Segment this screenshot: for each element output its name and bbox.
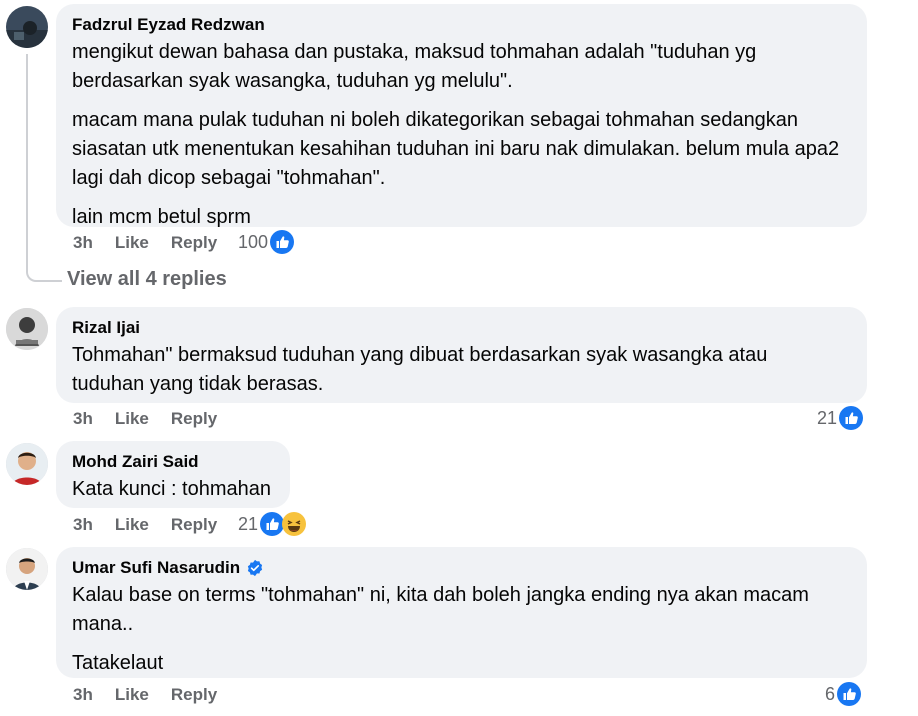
comment-text: Kalau base on terms "tohmahan" ni, kita …: [72, 584, 809, 635]
thumbs-up-icon: [839, 406, 864, 430]
reaction-count[interactable]: 6: [825, 682, 862, 706]
reaction-number: 21: [238, 513, 259, 534]
timestamp[interactable]: 3h: [73, 685, 93, 705]
reply-button[interactable]: Reply: [171, 233, 217, 253]
comment-author[interactable]: Fadzrul Eyzad Redzwan: [72, 14, 851, 36]
reaction-number: 6: [825, 683, 836, 704]
reaction-count[interactable]: 100: [238, 230, 295, 254]
reply-button[interactable]: Reply: [171, 685, 217, 705]
comment-text: Tatakelaut: [72, 652, 164, 674]
avatar[interactable]: [6, 443, 48, 485]
comment-bubble: Mohd Zairi Said Kata kunci : tohmahan: [56, 441, 290, 508]
timestamp[interactable]: 3h: [73, 233, 93, 253]
reaction-number: 100: [238, 231, 269, 252]
comment-bubble: Rizal Ijai Tohmahan" bermaksud tuduhan y…: [56, 307, 867, 403]
comment-bubble: Umar Sufi Nasarudin Kalau base on terms …: [56, 547, 867, 678]
comment-author[interactable]: Rizal Ijai: [72, 317, 851, 339]
thumbs-up-icon: [837, 682, 862, 706]
reaction-count[interactable]: 21: [817, 406, 864, 430]
like-button[interactable]: Like: [115, 515, 149, 535]
comment-author[interactable]: Umar Sufi Nasarudin: [72, 557, 851, 579]
avatar[interactable]: [6, 6, 48, 48]
reaction-count[interactable]: 21: [238, 512, 307, 536]
reply-button[interactable]: Reply: [171, 409, 217, 429]
comment-actions: 3h Like Reply: [73, 515, 239, 535]
laughing-emoji-icon: [282, 512, 307, 536]
comment-text: lain mcm betul sprm: [72, 206, 251, 228]
timestamp[interactable]: 3h: [73, 409, 93, 429]
verified-badge-icon: [246, 559, 264, 577]
comment-text: macam mana pulak tuduhan ni boleh dikate…: [72, 109, 840, 189]
comment-text: Tohmahan" bermaksud tuduhan yang dibuat …: [72, 344, 768, 395]
like-button[interactable]: Like: [115, 233, 149, 253]
reply-button[interactable]: Reply: [171, 515, 217, 535]
avatar[interactable]: [6, 308, 48, 350]
comment-actions: 3h Like Reply: [73, 685, 239, 705]
timestamp[interactable]: 3h: [73, 515, 93, 535]
avatar[interactable]: [6, 548, 48, 590]
comment-actions: 3h Like Reply: [73, 409, 239, 429]
thumbs-up-icon: [260, 512, 285, 536]
comment-author[interactable]: Mohd Zairi Said: [72, 451, 274, 473]
reaction-number: 21: [817, 407, 838, 428]
comment-actions: 3h Like Reply: [73, 233, 239, 253]
like-button[interactable]: Like: [115, 685, 149, 705]
comment-text: mengikut dewan bahasa dan pustaka, maksu…: [72, 41, 757, 92]
comment-text: Kata kunci : tohmahan: [72, 478, 272, 500]
thread-connector: [26, 54, 62, 282]
like-button[interactable]: Like: [115, 409, 149, 429]
comment-bubble: Fadzrul Eyzad Redzwan mengikut dewan bah…: [56, 4, 867, 228]
view-replies-link[interactable]: View all 4 replies: [67, 268, 227, 291]
thumbs-up-icon: [270, 230, 295, 254]
